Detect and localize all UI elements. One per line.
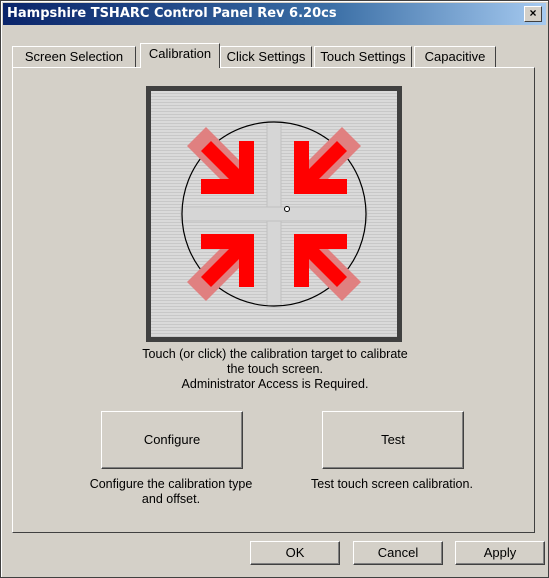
arrow-top-right-icon xyxy=(294,127,361,194)
arrow-bottom-left-icon xyxy=(187,234,254,301)
cancel-button[interactable]: Cancel xyxy=(353,541,443,565)
calibration-target-area[interactable] xyxy=(151,91,397,337)
target-point xyxy=(284,206,290,212)
apply-button[interactable]: Apply xyxy=(455,541,545,565)
close-button[interactable]: × xyxy=(524,6,542,22)
tab-capacitive[interactable]: Capacitive xyxy=(414,46,496,67)
instruction-line-2: the touch screen. xyxy=(227,362,323,376)
configure-caption-line-2: and offset. xyxy=(141,492,201,506)
tab-touch-settings[interactable]: Touch Settings xyxy=(314,46,412,67)
configure-caption-line-1: Configure the calibration type xyxy=(89,477,253,491)
tab-screen-selection[interactable]: Screen Selection xyxy=(12,46,136,67)
calibration-target[interactable] xyxy=(146,86,402,342)
calibration-target-graphic xyxy=(180,120,368,308)
test-caption: Test touch screen calibration. xyxy=(311,477,473,491)
instruction-line-1: Touch (or click) the calibration target … xyxy=(142,347,408,361)
instruction-line-3: Administrator Access is Required. xyxy=(181,377,369,391)
arrow-bottom-right-icon xyxy=(294,234,361,301)
test-button[interactable]: Test xyxy=(322,411,464,469)
cross-horizontal xyxy=(180,206,368,222)
ok-button[interactable]: OK xyxy=(250,541,340,565)
tab-click-settings[interactable]: Click Settings xyxy=(220,46,312,67)
title-bar: Hampshire TSHARC Control Panel Rev 6.20c… xyxy=(3,3,546,25)
configure-button[interactable]: Configure xyxy=(101,411,243,469)
window-title: Hampshire TSHARC Control Panel Rev 6.20c… xyxy=(7,6,337,21)
tab-calibration[interactable]: Calibration xyxy=(140,43,220,68)
tab-bar: Screen Selection Calibration Click Setti… xyxy=(12,43,542,68)
arrow-top-left-icon xyxy=(187,127,254,194)
